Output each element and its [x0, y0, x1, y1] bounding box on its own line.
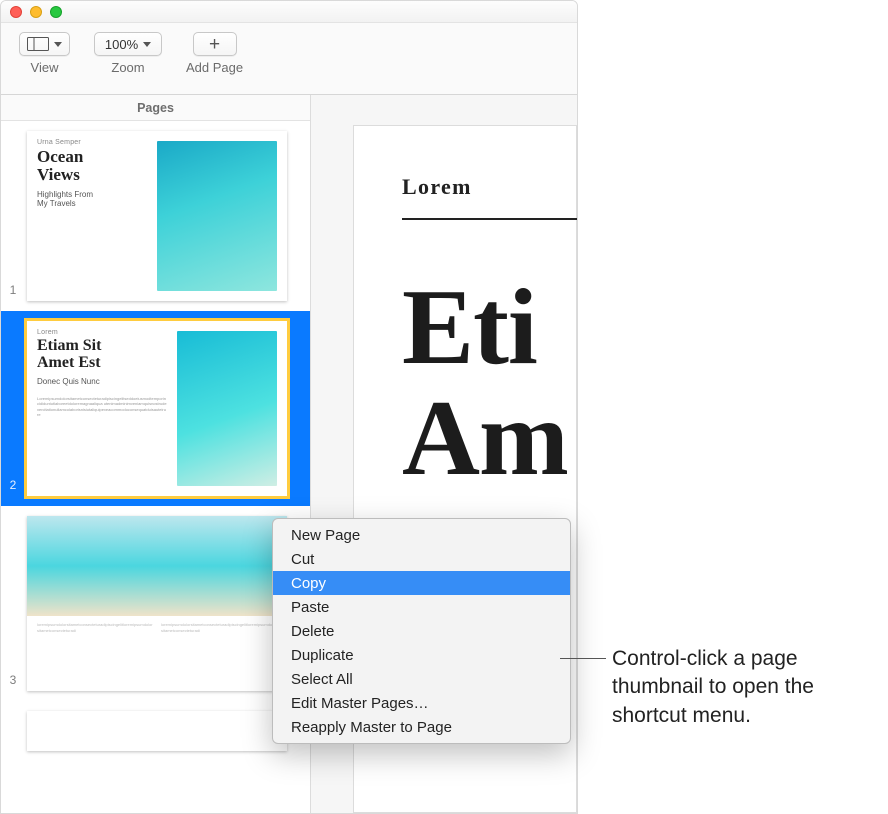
page-thumbnail-2[interactable]: 2 Lorem Etiam Sit Amet Est Donec Quis Nu…	[1, 311, 310, 506]
thumbnail-card: loremipsumdolorsitametconsecteturadipisc…	[27, 516, 287, 691]
thumbnail-card	[27, 711, 287, 751]
view-button[interactable]	[19, 32, 70, 56]
page-eyebrow: Lorem	[402, 174, 576, 200]
add-page-button[interactable]: +	[193, 32, 237, 56]
thumb-title: Etiam Sit Amet Est	[37, 338, 167, 372]
chevron-down-icon	[143, 42, 151, 47]
thumbnail-list: 1 Urna Semper Ocean Views Highlights Fro…	[1, 121, 310, 813]
sidebar-title: Pages	[1, 95, 310, 121]
view-label: View	[31, 60, 59, 75]
window-minimize-button[interactable]	[30, 6, 42, 18]
zoom-button[interactable]: 100%	[94, 32, 162, 56]
page-thumbnail-3[interactable]: 3 loremipsumdolorsitametconsecteturadipi…	[1, 506, 310, 701]
ctx-delete[interactable]: Delete	[273, 619, 570, 643]
page-number: 3	[5, 673, 21, 687]
thumb-kicker: Urna Semper	[37, 139, 147, 146]
plus-icon: +	[209, 35, 220, 54]
view-tool: View	[19, 32, 70, 75]
thumb-image-ocean	[157, 141, 277, 291]
add-page-label: Add Page	[186, 60, 243, 75]
page-thumbnail-1[interactable]: 1 Urna Semper Ocean Views Highlights Fro…	[1, 121, 310, 311]
placeholder-text: loremipsumdolorsitametconsecteturadipisc…	[37, 622, 153, 633]
sidebar-layout-icon	[27, 37, 49, 51]
horizontal-rule	[402, 218, 577, 220]
ctx-copy[interactable]: Copy	[273, 571, 570, 595]
ctx-duplicate[interactable]: Duplicate	[273, 643, 570, 667]
add-page-tool: + Add Page	[186, 32, 243, 75]
ctx-edit-master-pages[interactable]: Edit Master Pages…	[273, 691, 570, 715]
callout-leader-line	[560, 658, 606, 659]
thumb-subtitle: Highlights From My Travels	[37, 190, 147, 208]
thumb-title: Ocean Views	[37, 148, 147, 184]
zoom-value: 100%	[105, 37, 138, 52]
placeholder-text: Loremipsumdolorsitametconsecteturadipisc…	[37, 396, 167, 418]
pages-sidebar: Pages 1 Urna Semper Ocean Views Highligh…	[1, 95, 311, 813]
zoom-label: Zoom	[111, 60, 144, 75]
thumb-subtitle: Donec Quis Nunc	[37, 377, 167, 386]
thumbnail-card: Lorem Etiam Sit Amet Est Donec Quis Nunc…	[27, 321, 287, 496]
page-thumbnail-4[interactable]	[1, 701, 310, 761]
window-close-button[interactable]	[10, 6, 22, 18]
callout-text: Control-click a page thumbnail to open t…	[612, 645, 887, 730]
chevron-down-icon	[54, 42, 62, 47]
ctx-reapply-master[interactable]: Reapply Master to Page	[273, 715, 570, 739]
callout: Control-click a page thumbnail to open t…	[560, 645, 887, 730]
page-number: 2	[5, 478, 21, 492]
thumb-image-ocean	[177, 331, 277, 486]
thumb-image-beach	[27, 516, 287, 616]
ctx-new-page[interactable]: New Page	[273, 523, 570, 547]
title-bar	[1, 1, 577, 23]
ctx-cut[interactable]: Cut	[273, 547, 570, 571]
placeholder-text: loremipsumdolorsitametconsecteturadipisc…	[161, 622, 277, 633]
context-menu: New Page Cut Copy Paste Delete Duplicate…	[272, 518, 571, 744]
zoom-tool: 100% Zoom	[94, 32, 162, 75]
page-title: Eti Am	[402, 272, 576, 494]
window-zoom-button[interactable]	[50, 6, 62, 18]
thumb-kicker: Lorem	[37, 329, 167, 336]
toolbar: View 100% Zoom + Add Page	[1, 23, 577, 95]
thumbnail-card: Urna Semper Ocean Views Highlights From …	[27, 131, 287, 301]
ctx-paste[interactable]: Paste	[273, 595, 570, 619]
page-number: 1	[5, 283, 21, 297]
ctx-select-all[interactable]: Select All	[273, 667, 570, 691]
